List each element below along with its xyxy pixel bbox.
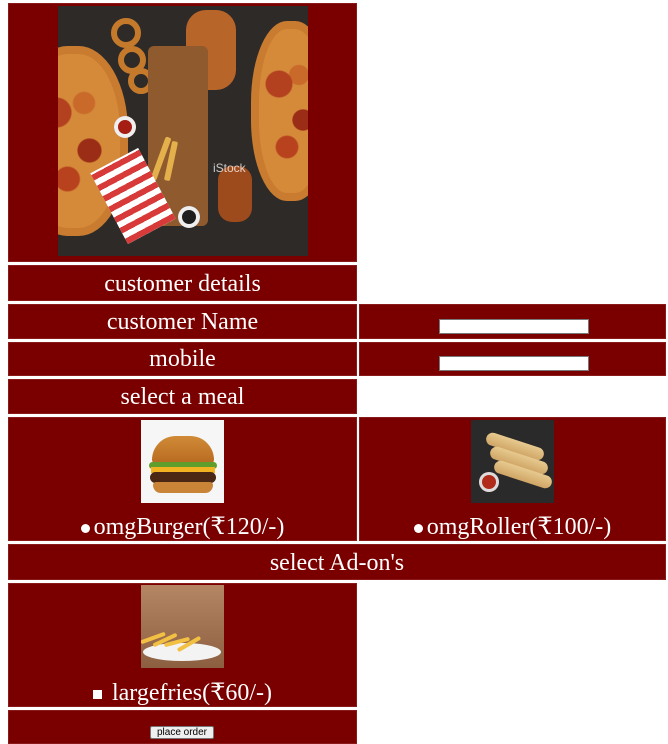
hero-cell: iStock [8, 3, 357, 262]
customer-details-heading: customer details [104, 271, 261, 297]
mobile-input-cell [359, 342, 666, 376]
customer-details-heading-cell: customer details [8, 265, 357, 301]
food-banner-image: iStock [58, 6, 308, 256]
place-order-cell: place order [8, 710, 357, 744]
select-meal-heading-cell: select a meal [8, 379, 357, 414]
roller-radio[interactable] [413, 523, 423, 533]
burger-image [141, 420, 224, 503]
select-addons-heading: select Ad-on's [269, 550, 405, 576]
roller-option-row[interactable]: omgRoller(₹100/-) [360, 513, 665, 541]
mobile-label-cell: mobile [8, 342, 357, 376]
customer-name-input[interactable] [439, 319, 589, 334]
pizza-right-image-part [251, 21, 308, 201]
customer-name-input-cell [359, 304, 666, 339]
burger-option-label: omgBurger(₹120/-) [93, 514, 285, 540]
addon-option-fries-cell[interactable]: largefries(₹60/-) [8, 583, 357, 707]
fries-image [141, 585, 224, 668]
fries-checkbox[interactable] [92, 689, 102, 699]
roller-option-label: omgRoller(₹100/-) [426, 514, 612, 540]
meal-option-roller-cell[interactable]: omgRoller(₹100/-) [359, 417, 666, 541]
meal-option-burger-cell[interactable]: omgBurger(₹120/-) [8, 417, 357, 541]
fries-option-row[interactable]: largefries(₹60/-) [9, 679, 356, 707]
select-addons-heading-cell: select Ad-on's [8, 544, 666, 580]
mobile-input[interactable] [439, 356, 589, 371]
fries-option-label: largefries(₹60/-) [111, 680, 273, 706]
place-order-button[interactable]: place order [150, 726, 214, 739]
roller-image [471, 420, 554, 503]
burger-option-row[interactable]: omgBurger(₹120/-) [9, 513, 356, 541]
burger-radio[interactable] [80, 523, 90, 533]
mobile-label: mobile [149, 346, 216, 372]
customer-name-label-cell: customer Name [8, 304, 357, 339]
customer-name-label: customer Name [106, 309, 259, 335]
sauce-bowl-image-part [114, 116, 136, 138]
select-meal-heading: select a meal [120, 384, 245, 410]
istock-watermark: iStock [213, 161, 246, 175]
onion-ring-image-part [111, 18, 141, 48]
dip-bowl-image-part [178, 206, 200, 228]
